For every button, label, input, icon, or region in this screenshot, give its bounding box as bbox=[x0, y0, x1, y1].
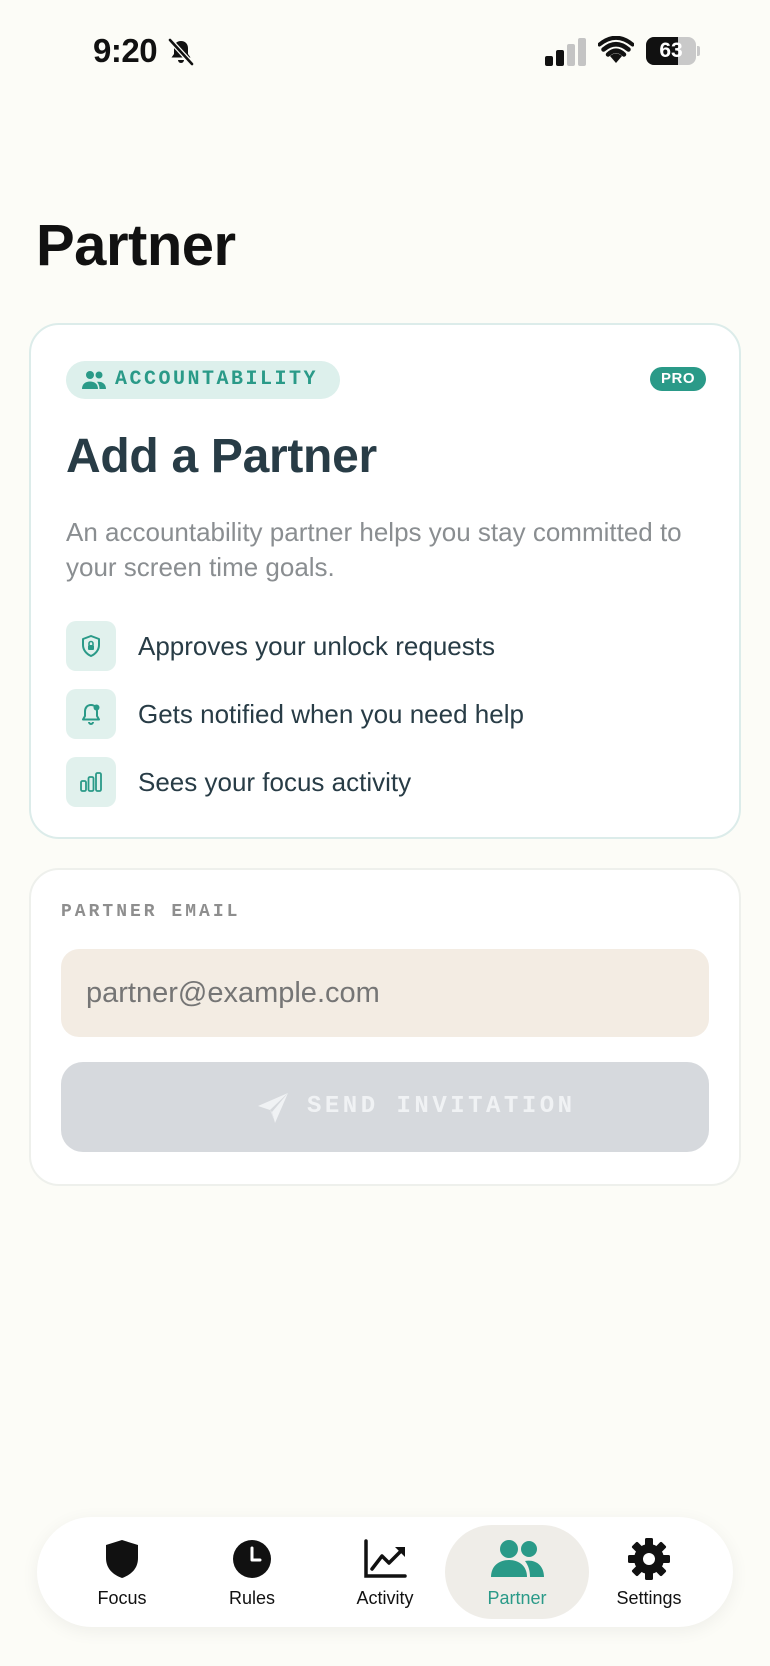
tab-activity[interactable]: Activity bbox=[313, 1525, 457, 1619]
feature-item-focus-activity: Sees your focus activity bbox=[66, 757, 706, 807]
pro-badge: PRO bbox=[649, 367, 706, 391]
feature-label: Approves your unlock requests bbox=[138, 631, 495, 661]
battery-percent: 63 bbox=[659, 39, 683, 62]
tab-bar: Focus Rules Activity Partner Settings bbox=[37, 1517, 733, 1627]
feature-item-notifications: Gets notified when you need help bbox=[66, 689, 706, 739]
tab-settings[interactable]: Settings bbox=[577, 1525, 721, 1619]
shield-lock-icon bbox=[82, 635, 100, 657]
accountability-label: ACCOUNTABILITY bbox=[115, 368, 319, 391]
shield-icon bbox=[106, 1540, 138, 1578]
tab-rules[interactable]: Rules bbox=[180, 1525, 324, 1619]
gear-icon bbox=[628, 1538, 670, 1580]
feature-icon-box bbox=[66, 621, 116, 671]
status-bar: 9:20 63 bbox=[0, 0, 770, 100]
bar-chart-icon bbox=[80, 772, 102, 792]
accountability-badge: ACCOUNTABILITY bbox=[66, 361, 340, 399]
status-time: 9:20 bbox=[93, 32, 158, 69]
battery-body: 63 bbox=[646, 37, 696, 65]
page-title: Partner bbox=[36, 213, 236, 278]
card-description: An accountability partner helps you stay… bbox=[66, 517, 682, 582]
chart-icon bbox=[364, 1539, 407, 1578]
card-heading: Add a Partner bbox=[66, 430, 377, 483]
battery-indicator: 63 bbox=[646, 37, 700, 65]
feature-label: Sees your focus activity bbox=[138, 767, 412, 797]
feature-icon-box bbox=[66, 689, 116, 739]
accountability-card: ACCOUNTABILITY PRO Add a Partner An acco… bbox=[29, 323, 741, 839]
feature-icon-box bbox=[66, 757, 116, 807]
bell-slash-icon bbox=[168, 38, 194, 66]
battery-cap bbox=[697, 46, 700, 56]
partner-email-input[interactable] bbox=[61, 949, 709, 1037]
people-icon bbox=[82, 371, 106, 389]
paper-plane-icon bbox=[258, 1093, 288, 1123]
partner-email-card: PARTNER EMAIL SEND INVITATION bbox=[29, 868, 741, 1186]
tab-label: Settings bbox=[616, 1588, 682, 1608]
cellular-signal-icon bbox=[545, 38, 586, 66]
wifi-icon bbox=[598, 36, 634, 63]
send-invitation-label: SEND INVITATION bbox=[307, 1093, 576, 1120]
screen: 9:20 63 Partner ACCOUNTABILITY PRO Add a… bbox=[0, 0, 770, 1666]
clock-icon bbox=[233, 1540, 271, 1578]
send-invitation-button[interactable]: SEND INVITATION bbox=[61, 1062, 709, 1152]
email-field-label: PARTNER EMAIL bbox=[61, 902, 241, 922]
tab-label: Activity bbox=[356, 1588, 414, 1608]
feature-label: Gets notified when you need help bbox=[138, 699, 524, 729]
tab-focus[interactable]: Focus bbox=[50, 1525, 194, 1619]
tab-partner[interactable]: Partner bbox=[445, 1525, 589, 1619]
tab-label: Rules bbox=[228, 1588, 276, 1608]
tab-label: Focus bbox=[97, 1588, 147, 1608]
people-icon bbox=[491, 1540, 544, 1577]
feature-item-unlock-requests: Approves your unlock requests bbox=[66, 621, 706, 671]
tab-label: Partner bbox=[487, 1588, 547, 1608]
bell-icon bbox=[82, 704, 100, 725]
